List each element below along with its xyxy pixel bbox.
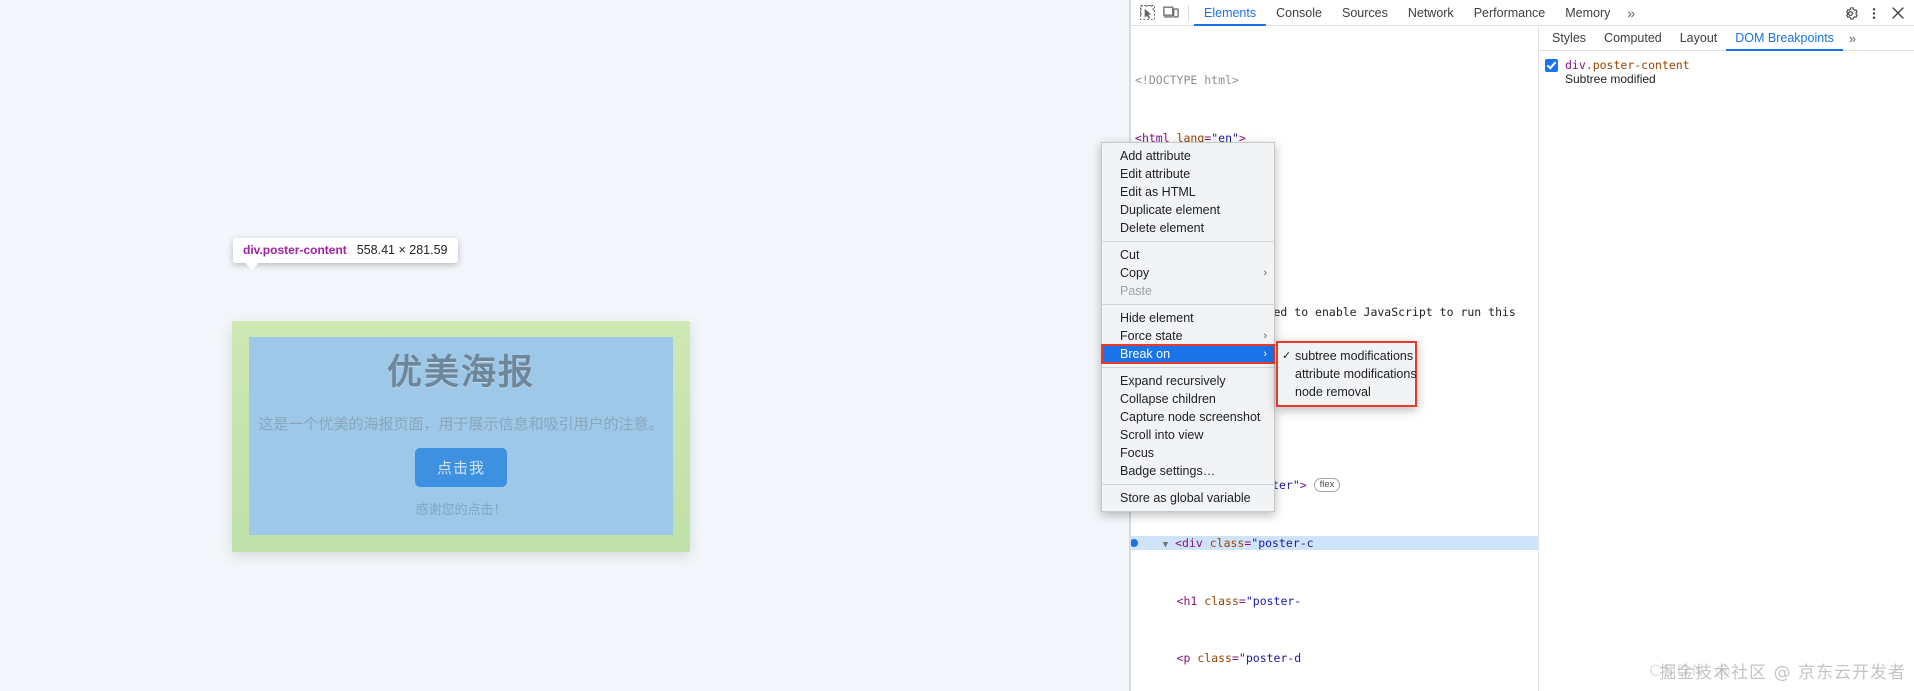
tab-network[interactable]: Network (1398, 0, 1464, 26)
context-menu-item-delete-element[interactable]: Delete element (1102, 219, 1274, 237)
chevron-right-icon: › (1263, 348, 1267, 360)
flex-badge[interactable]: flex (1313, 478, 1341, 493)
poster-content: 优美海报 这是一个优美的海报页面，用于展示信息和吸引用户的注意。 点击我 感谢您… (249, 337, 673, 535)
screenshot-root: 优美海报 这是一个优美的海报页面，用于展示信息和吸引用户的注意。 点击我 感谢您… (0, 0, 1914, 691)
context-menu-item-collapse-children[interactable]: Collapse children (1102, 390, 1274, 408)
highlight-selector: div.poster-content (243, 243, 347, 257)
submenu-label: node removal (1295, 385, 1371, 399)
more-vertical-icon[interactable] (1862, 2, 1886, 24)
devtools-toolbar: Elements Console Sources Network Perform… (1131, 0, 1914, 26)
context-menu-separator (1102, 241, 1274, 242)
context-menu-item-copy[interactable]: Copy › (1102, 264, 1274, 282)
poster-footer-text: 感谢您的点击！ (415, 501, 507, 517)
submenu-item-subtree-modifications[interactable]: ✓ subtree modifications (1278, 347, 1415, 365)
sidebar-more-icon[interactable]: » (1843, 31, 1862, 46)
watermark-ghost: CSDN @ (1649, 661, 1734, 680)
dom-breakpoint-checkbox[interactable] (1545, 59, 1558, 72)
devtools-sidebar: Styles Computed Layout DOM Breakpoints »… (1539, 26, 1914, 691)
poster-frame: 优美海报 这是一个优美的海报页面，用于展示信息和吸引用户的注意。 点击我 感谢您… (232, 321, 690, 552)
context-menu-item-paste: Paste (1120, 284, 1152, 298)
poster-title: 优美海报 (386, 353, 535, 392)
inspect-cursor-icon[interactable] (1135, 2, 1159, 24)
sidebar-tabstrip: Styles Computed Layout DOM Breakpoints » (1539, 26, 1914, 51)
context-menu-label: Force state (1120, 329, 1183, 343)
checkmark-icon: ✓ (1282, 350, 1292, 362)
tree-line-selected[interactable]: ▼ <div class="poster-c (1131, 535, 1538, 551)
context-menu-item-force-state[interactable]: Force state › (1102, 327, 1274, 345)
dom-breakpoints-list: div.poster-content Subtree modified (1539, 51, 1914, 88)
watermark: CSDN @ 掘金技术社区 @ 京东云开发者 (1649, 658, 1906, 683)
submenu-item-attribute-modifications[interactable]: attribute modifications (1278, 365, 1417, 383)
context-menu-item-focus[interactable]: Focus (1102, 444, 1274, 462)
toolbar-separator (1188, 4, 1189, 21)
tab-memory[interactable]: Memory (1555, 0, 1620, 26)
page-viewport: 优美海报 这是一个优美的海报页面，用于展示信息和吸引用户的注意。 点击我 感谢您… (0, 0, 1131, 691)
inspector-highlight-tooltip: div.poster-content 558.41 × 281.59 (233, 238, 458, 271)
context-menu-item-edit-attribute[interactable]: Edit attribute (1102, 165, 1274, 183)
context-menu-item-edit-as-html[interactable]: Edit as HTML (1102, 183, 1274, 201)
context-menu-item-hide-element[interactable]: Hide element (1102, 309, 1274, 327)
more-tabs-icon[interactable]: » (1620, 5, 1642, 21)
sidebar-tab-dom-breakpoints[interactable]: DOM Breakpoints (1726, 26, 1843, 51)
dom-breakpoint-item[interactable]: div.poster-content Subtree modified (1539, 56, 1914, 88)
context-menu-item-capture-node-screenshot[interactable]: Capture node screenshot (1102, 408, 1274, 426)
tab-performance[interactable]: Performance (1464, 0, 1556, 26)
dom-breakpoint-selector[interactable]: div.poster-content (1565, 58, 1690, 72)
tree-line[interactable]: <h1 class="poster- (1135, 594, 1538, 608)
devtools-toolbar-right (1838, 0, 1910, 26)
tab-sources[interactable]: Sources (1332, 0, 1398, 26)
tab-console[interactable]: Console (1266, 0, 1332, 26)
dom-context-menu: Add attribute Edit attribute Edit as HTM… (1101, 142, 1275, 512)
context-menu-item-expand-recursively[interactable]: Expand recursively (1102, 372, 1274, 390)
highlight-dimensions: 558.41 × 281.59 (356, 243, 448, 257)
tree-line[interactable]: <!DOCTYPE html> (1135, 73, 1538, 87)
tab-elements[interactable]: Elements (1194, 0, 1266, 26)
context-menu-item-duplicate-element[interactable]: Duplicate element (1102, 201, 1274, 219)
context-menu-label: Copy (1120, 266, 1150, 280)
context-menu-separator (1102, 304, 1274, 305)
context-menu-item-badge-settings[interactable]: Badge settings… (1102, 462, 1274, 480)
gear-icon[interactable] (1838, 2, 1862, 24)
chevron-right-icon: › (1263, 267, 1267, 279)
sidebar-tab-styles[interactable]: Styles (1543, 26, 1595, 51)
device-toolbar-icon[interactable] (1159, 2, 1183, 24)
dom-breakpoint-dot[interactable] (1131, 538, 1138, 547)
sidebar-tab-layout[interactable]: Layout (1671, 26, 1727, 51)
tree-line[interactable]: <p class="poster-d (1135, 651, 1538, 665)
context-menu-separator (1102, 484, 1274, 485)
devtools-tabstrip: Elements Console Sources Network Perform… (1194, 0, 1642, 26)
context-menu-label: Break on (1120, 347, 1171, 361)
poster-click-button[interactable]: 点击我 (414, 447, 507, 487)
context-menu-item-add-attribute[interactable]: Add attribute (1102, 147, 1274, 165)
sidebar-tab-computed[interactable]: Computed (1595, 26, 1671, 51)
dom-breakpoint-description: Subtree modified (1565, 72, 1656, 86)
context-menu-separator (1102, 367, 1274, 368)
submenu-item-node-removal[interactable]: node removal (1278, 383, 1415, 401)
break-on-submenu: ✓ subtree modifications attribute modifi… (1276, 341, 1417, 407)
context-menu-item-store-as-global-variable[interactable]: Store as global variable (1102, 489, 1274, 507)
chevron-right-icon: › (1263, 330, 1267, 342)
context-menu-item-scroll-into-view[interactable]: Scroll into view (1102, 426, 1274, 444)
dom-breakpoint-texts: div.poster-content Subtree modified (1565, 58, 1690, 86)
dom-token: <!DOCTYPE html> (1135, 73, 1239, 88)
submenu-label: subtree modifications (1295, 349, 1414, 363)
submenu-label: attribute modifications (1295, 367, 1417, 381)
poster-description: 这是一个优美的海报页面，用于展示信息和吸引用户的注意。 (258, 415, 664, 433)
close-icon[interactable] (1886, 2, 1910, 24)
context-menu-item-cut[interactable]: Cut (1102, 246, 1274, 264)
context-menu-item-break-on[interactable]: Break on › (1101, 344, 1275, 364)
